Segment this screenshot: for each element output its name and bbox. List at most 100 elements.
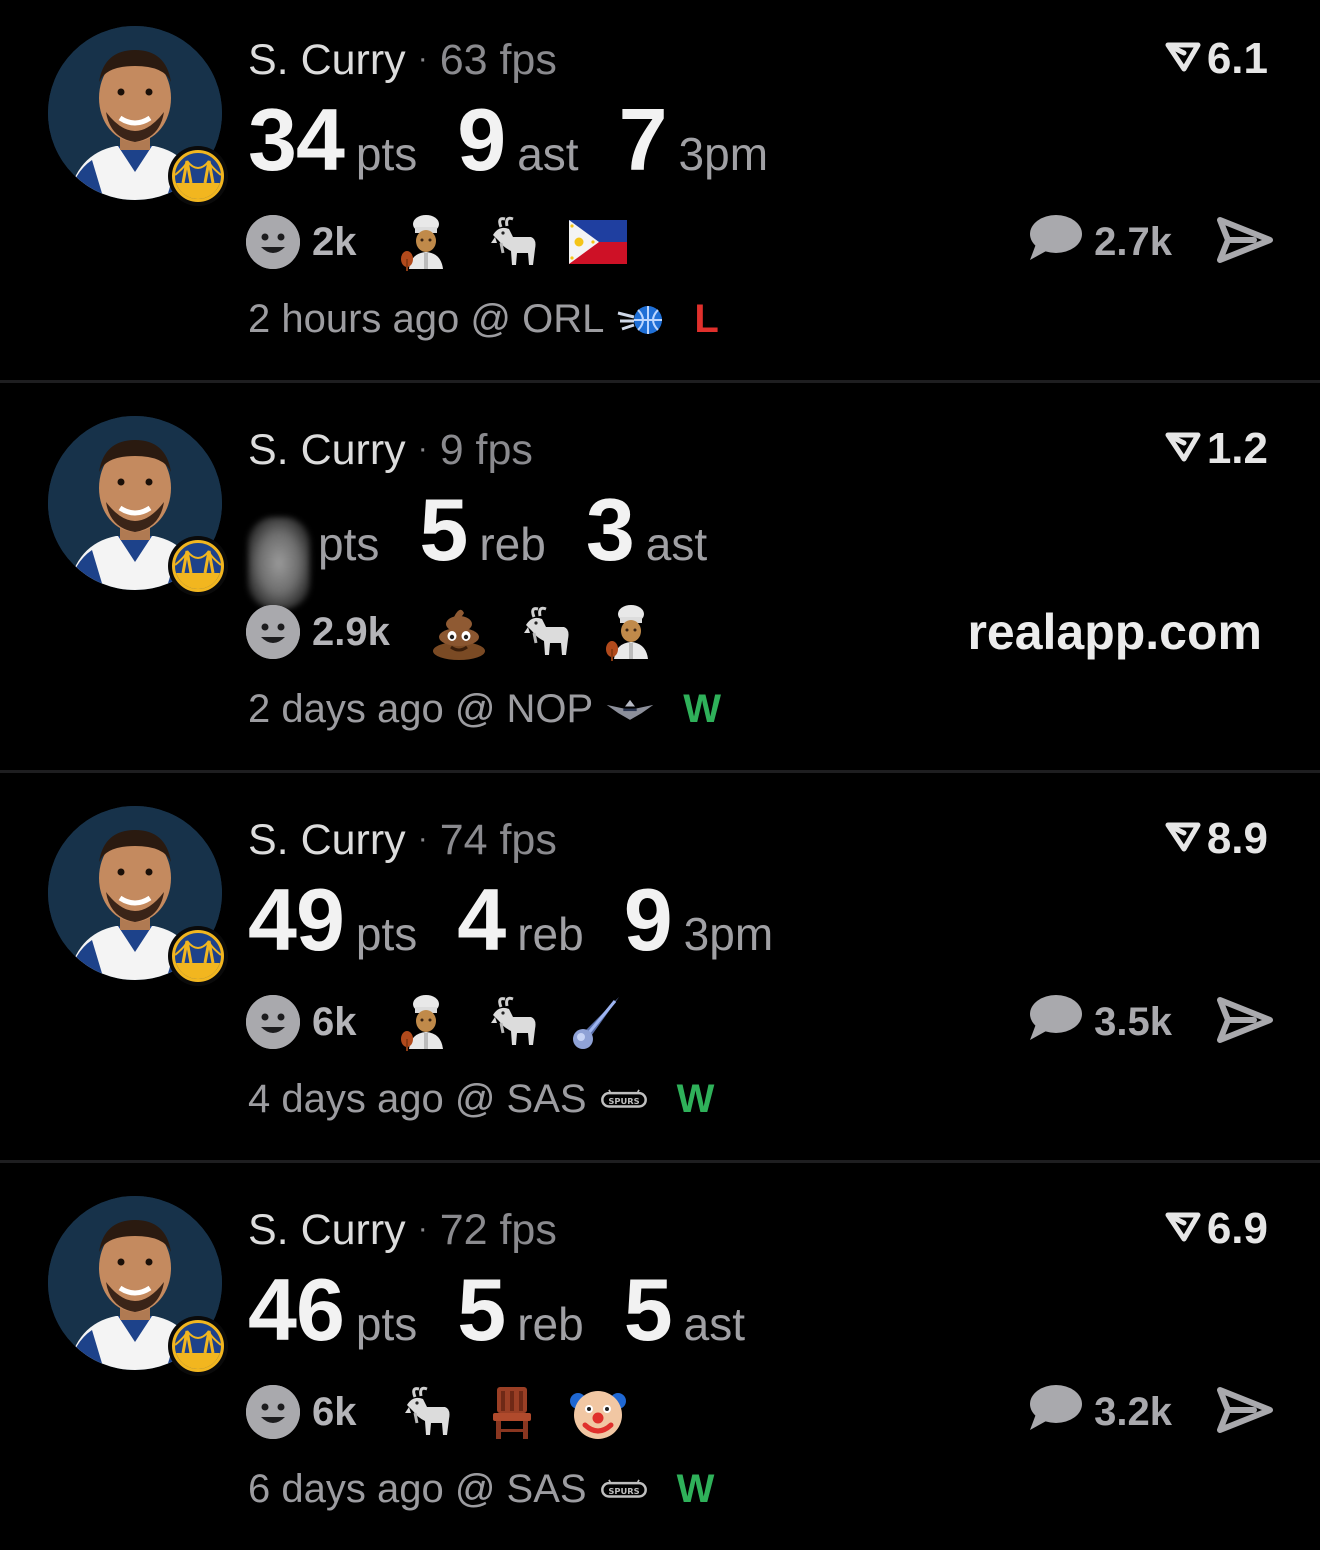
rating-value: 1.2 bbox=[1206, 424, 1268, 473]
rating[interactable]: 6.1 bbox=[1165, 34, 1268, 84]
cook-icon[interactable] bbox=[397, 993, 455, 1051]
watermark: realapp.com bbox=[967, 604, 1262, 660]
stat-pts: pts bbox=[248, 517, 379, 609]
fps-score: 72 fps bbox=[439, 1206, 557, 1254]
team-badge-icon bbox=[168, 146, 228, 206]
player-name[interactable]: S. Curry bbox=[248, 1206, 406, 1254]
rating-value: 8.9 bbox=[1206, 814, 1268, 863]
game-info: 2 hours ago @ ORL L bbox=[248, 294, 719, 344]
comment-bubble-icon bbox=[1026, 212, 1083, 272]
comment-count: 3.2k bbox=[1094, 1389, 1172, 1434]
stat-line: 34 pts 9 ast 7 3pm bbox=[248, 90, 808, 190]
reactions-row: 6k bbox=[246, 1382, 655, 1442]
comments-button[interactable]: 3.2k bbox=[1026, 1382, 1172, 1442]
goat-icon[interactable] bbox=[483, 213, 541, 271]
smile-reaction-icon[interactable] bbox=[246, 995, 300, 1049]
nop-logo-icon bbox=[605, 689, 655, 729]
post-header: S. Curry · 74 fps bbox=[248, 814, 557, 865]
fps-score: 63 fps bbox=[439, 36, 557, 84]
clown-icon[interactable] bbox=[569, 1383, 627, 1441]
stat-label: ast bbox=[683, 1298, 746, 1350]
stat-label: 3pm bbox=[678, 128, 769, 180]
game-info: 6 days ago @ SAS SPURS W bbox=[248, 1464, 714, 1514]
stat-reb: 4 reb bbox=[457, 870, 583, 970]
stat-reb: 5 reb bbox=[457, 1260, 583, 1360]
rating-icon bbox=[1165, 424, 1201, 474]
poop-icon[interactable] bbox=[430, 603, 488, 661]
divider bbox=[0, 1160, 1320, 1163]
stat-label: ast bbox=[645, 518, 708, 570]
post-card[interactable]: S. Curry · 9 fps 1.2 pts 5 reb 3 ast 2.9k realapp.… bbox=[0, 390, 1320, 770]
stat-pts: 34 pts bbox=[248, 90, 417, 190]
stat-value: 3 bbox=[585, 480, 635, 579]
share-icon[interactable] bbox=[1216, 994, 1274, 1046]
game-time-opponent: 2 days ago @ NOP bbox=[248, 687, 594, 731]
stat-label: reb bbox=[517, 1298, 584, 1350]
comments-button[interactable]: 2.7k bbox=[1026, 212, 1172, 272]
cook-icon[interactable] bbox=[397, 213, 455, 271]
post-card[interactable]: S. Curry · 72 fps 6.9 46 pts 5 reb 5 ast 6k 3.2k 6 d… bbox=[0, 1170, 1320, 1550]
goat-icon[interactable] bbox=[483, 993, 541, 1051]
smile-reaction-icon[interactable] bbox=[246, 1385, 300, 1439]
rating[interactable]: 6.9 bbox=[1165, 1204, 1268, 1254]
game-time-opponent: 4 days ago @ SAS bbox=[248, 1077, 587, 1121]
stat-ast: 5 ast bbox=[624, 1260, 745, 1360]
stat-value: 9 bbox=[457, 90, 506, 189]
post-header: S. Curry · 72 fps bbox=[248, 1204, 557, 1255]
philippines-flag-icon[interactable] bbox=[568, 213, 627, 271]
player-name[interactable]: S. Curry bbox=[248, 426, 406, 474]
post-card[interactable]: S. Curry · 63 fps 6.1 34 pts 9 ast 7 3pm 2k 2.7k 2 h… bbox=[0, 0, 1320, 380]
smile-reaction-icon[interactable] bbox=[246, 215, 300, 269]
stat-pts: 46 pts bbox=[248, 1260, 417, 1360]
comment-count: 2.7k bbox=[1094, 219, 1172, 264]
stat-label: pts bbox=[355, 908, 418, 960]
chair-icon[interactable] bbox=[483, 1383, 541, 1441]
team-badge-icon bbox=[168, 926, 228, 986]
rating-icon bbox=[1165, 34, 1201, 84]
share-icon[interactable] bbox=[1216, 1384, 1274, 1436]
fps-score: 9 fps bbox=[439, 426, 533, 474]
comments-button[interactable]: 3.5k bbox=[1026, 992, 1172, 1052]
stat-value: 7 bbox=[618, 90, 668, 189]
game-result: L bbox=[694, 297, 719, 341]
stat-reb: 5 reb bbox=[419, 480, 545, 580]
rating-value: 6.9 bbox=[1206, 1204, 1268, 1253]
game-info: 4 days ago @ SAS SPURS W bbox=[248, 1074, 714, 1124]
share-icon[interactable] bbox=[1216, 214, 1274, 266]
cook-icon[interactable] bbox=[602, 603, 660, 661]
reaction-count: 6k bbox=[312, 999, 357, 1044]
post-header: S. Curry · 63 fps bbox=[248, 34, 557, 85]
smile-reaction-icon[interactable] bbox=[246, 605, 300, 659]
stat-value: 4 bbox=[457, 870, 506, 969]
stat-label: pts bbox=[355, 128, 418, 180]
post-card[interactable]: S. Curry · 74 fps 8.9 49 pts 4 reb 9 3pm 6k 3.5k 4 d… bbox=[0, 780, 1320, 1160]
fps-score: 74 fps bbox=[439, 816, 557, 864]
comet-icon[interactable] bbox=[569, 993, 627, 1051]
stat-label: ast bbox=[517, 128, 579, 180]
rating[interactable]: 8.9 bbox=[1165, 814, 1268, 864]
game-result: W bbox=[683, 687, 721, 731]
team-badge-icon bbox=[168, 536, 228, 596]
stat-line: pts 5 reb 3 ast bbox=[248, 480, 747, 609]
goat-icon[interactable] bbox=[397, 1383, 455, 1441]
svg-text:SPURS: SPURS bbox=[608, 1486, 639, 1496]
sas-logo-icon: SPURS bbox=[599, 1469, 649, 1509]
post-header: S. Curry · 9 fps bbox=[248, 424, 533, 475]
stat-value: 5 bbox=[457, 1260, 506, 1359]
goat-icon[interactable] bbox=[516, 603, 574, 661]
game-result: W bbox=[676, 1077, 715, 1121]
player-name[interactable]: S. Curry bbox=[248, 36, 406, 84]
divider bbox=[0, 380, 1320, 383]
rating[interactable]: 1.2 bbox=[1165, 424, 1268, 474]
reaction-count: 2k bbox=[312, 219, 357, 264]
player-name[interactable]: S. Curry bbox=[248, 816, 406, 864]
stat-value: 49 bbox=[248, 870, 345, 969]
stat-value: 5 bbox=[623, 1260, 673, 1359]
team-badge-icon bbox=[168, 1316, 228, 1376]
game-time-opponent: 6 days ago @ SAS bbox=[248, 1467, 587, 1511]
sas-logo-icon: SPURS bbox=[599, 1079, 649, 1119]
stat-3pm: 7 3pm bbox=[619, 90, 768, 190]
stat-ast: 3 ast bbox=[586, 480, 707, 580]
reaction-count: 6k bbox=[312, 1389, 357, 1434]
reaction-count: 2.9k bbox=[312, 609, 390, 654]
